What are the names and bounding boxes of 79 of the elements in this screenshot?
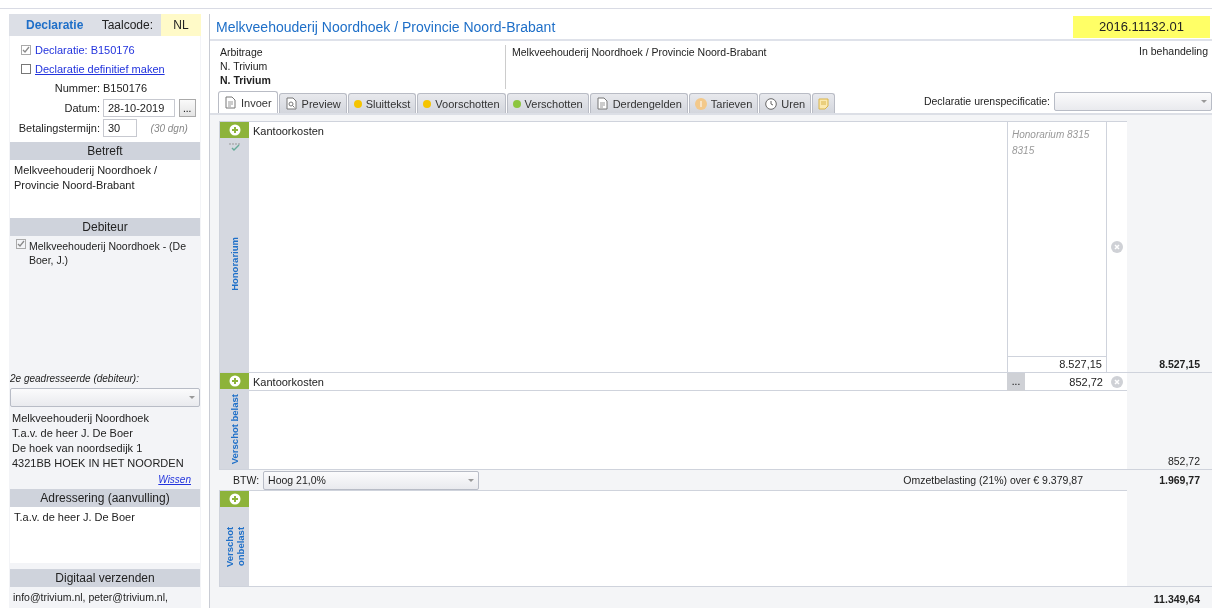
section-label: Verschot onbelast [223, 525, 246, 569]
field-label: Taalcode: [101, 18, 153, 32]
checkbox[interactable] [16, 239, 26, 249]
address-line: Melkveehouderij Noordhoek [11, 411, 150, 426]
clear-link[interactable]: Wissen [158, 474, 191, 485]
subtotal: 852,72 [1167, 455, 1200, 467]
field-label: Betalingstermijn: [17, 122, 100, 134]
field-label: 2e geadresseerde (debiteur): [9, 373, 140, 384]
note-text: Honorarium 8315 [1011, 128, 1091, 142]
status-text: In behandeling [1139, 45, 1208, 59]
tab[interactable]: Verschotten [506, 93, 589, 113]
amount-cell-text: 852,72 [1068, 375, 1104, 388]
document-icon [595, 97, 609, 110]
dropdown[interactable] [1054, 91, 1212, 111]
info-text: N. Trivium [220, 59, 268, 73]
note-icon [818, 97, 830, 110]
case-title: Melkveehouderij Noordhoek / Provincie Noord-Brabant [216, 18, 557, 35]
plus-icon [228, 493, 241, 505]
declaration-link[interactable]: Declaratie: B150176 [35, 43, 135, 56]
description-text: Kantoorkosten [252, 375, 325, 388]
debtor-name: Melkveehouderij Noordhoek - (De Boer, J.) [29, 239, 187, 267]
field-label: BTW: [233, 474, 260, 486]
tab[interactable]: Uren [759, 93, 812, 113]
note-text: 8315 [1011, 144, 1036, 158]
field-label: Declaratie urenspecificatie: [923, 95, 1050, 107]
add-button[interactable] [220, 373, 249, 389]
date-field[interactable]: 28-10-2019 [103, 99, 175, 117]
tab[interactable]: Sluittekst [347, 93, 417, 113]
clock-icon [765, 97, 778, 110]
address-note: T.a.v. de heer J. De Boer [13, 510, 136, 525]
section-header: Debiteur [10, 218, 200, 236]
plus-icon [228, 124, 241, 136]
subject-text: Melkveehouderij Noordhoek / Provincie Noord-Brabant [13, 163, 159, 193]
info-text: Melkveehouderij Noordhoek / Provincie Noord-Brabant [512, 46, 767, 58]
grand-total: 11.349,64 [1153, 593, 1200, 605]
section-label: Verschot belast [229, 393, 240, 465]
email-list: info@trivium.nl, peter@trivium.nl, [9, 587, 201, 608]
hint-text: (30 dgn) [150, 122, 189, 134]
address-line: T.a.v. de heer J. De Boer [11, 426, 134, 441]
case-number: 2016.11132.01 [1073, 15, 1210, 38]
language-code: NL [161, 14, 201, 36]
info-text: Arbitrage [220, 45, 263, 59]
address-line: 4321BB HOEK IN HET NOORDEN [11, 456, 185, 471]
info-text: N. Trivium [220, 73, 271, 87]
preview-icon [284, 97, 298, 110]
section-header: Adressering (aanvulling) [10, 489, 200, 507]
subtotal: 8.527,15 [1159, 358, 1200, 370]
date-picker-button[interactable]: ... [178, 99, 196, 117]
section-label: Honorarium [229, 237, 240, 291]
close-icon[interactable] [1111, 241, 1123, 253]
amount-cell: 8.527,15 [1008, 356, 1106, 372]
add-button[interactable] [220, 491, 249, 507]
checkbox[interactable] [21, 44, 31, 55]
panel-title: Declaratie [26, 18, 85, 32]
tab[interactable] [812, 93, 836, 113]
section-header: Betreft [10, 142, 200, 160]
tab[interactable]: Voorschotten [417, 93, 506, 113]
plus-icon [228, 375, 241, 387]
section-header: Digitaal verzenden [10, 569, 200, 587]
vat-dropdown[interactable]: Hoog 21,0% [263, 470, 480, 490]
close-icon[interactable] [1111, 375, 1123, 388]
field-value: B150176 [103, 82, 149, 94]
checkbox[interactable] [21, 63, 31, 74]
document-icon [224, 96, 237, 109]
vat-total: 1.969,77 [1158, 474, 1201, 486]
description-text: Kantoorkosten [252, 125, 325, 137]
field-label: Nummer: [53, 82, 100, 94]
tab[interactable]: Invoer [218, 91, 278, 113]
vat-summary: Omzetbelasting (21%) over € 9.379,87 [903, 474, 1083, 486]
dropdown[interactable] [10, 388, 200, 407]
spellcheck-icon[interactable] [227, 141, 242, 153]
add-button[interactable] [220, 122, 249, 138]
tab[interactable]: Derdengelden [589, 93, 688, 113]
tab[interactable]: Preview [278, 93, 347, 113]
finalize-link[interactable]: Declaratie definitief maken [35, 62, 165, 75]
input-field[interactable]: 30 [103, 119, 137, 137]
field-label: Datum: [63, 102, 100, 114]
tab[interactable]: Tarieven [688, 93, 759, 113]
address-line: De hoek van noordsedijk 1 [11, 441, 144, 456]
